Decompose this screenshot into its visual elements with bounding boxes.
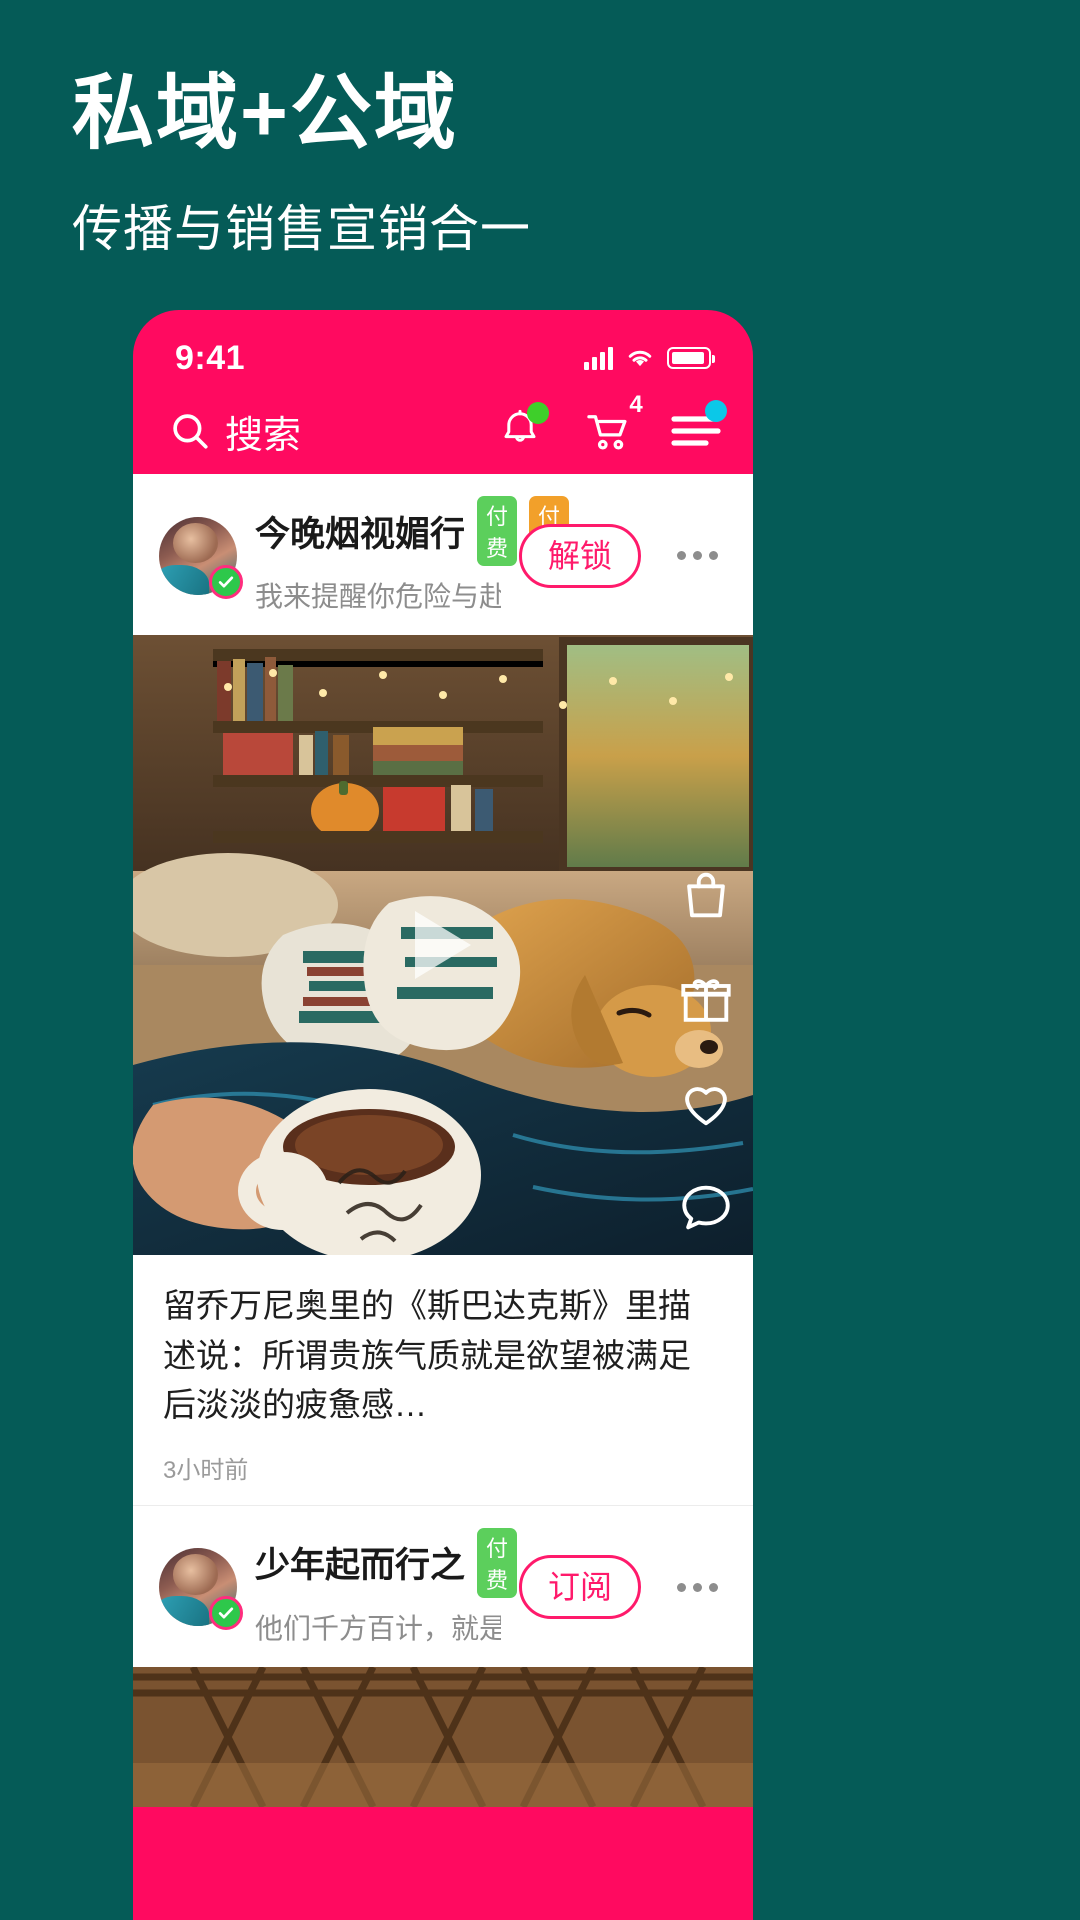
search-icon[interactable] bbox=[169, 410, 211, 452]
heart-icon[interactable] bbox=[677, 1075, 735, 1133]
post-media[interactable] bbox=[133, 1666, 753, 1807]
avatar[interactable] bbox=[159, 516, 243, 599]
more-options-icon[interactable] bbox=[667, 551, 727, 560]
verified-badge-icon bbox=[209, 564, 243, 599]
cart-button[interactable]: 4 bbox=[581, 391, 643, 458]
post-timestamp: 3小时前 bbox=[163, 1456, 249, 1484]
wifi-icon bbox=[628, 350, 652, 367]
post-media[interactable] bbox=[133, 635, 753, 1255]
post-meta: 少年起而行之 付费 他们千方百计，就是要让人无法相爱 bbox=[255, 1527, 518, 1647]
more-options-icon[interactable] bbox=[667, 1582, 727, 1592]
post-title-row: 今晚烟视媚行 付费 付费 bbox=[255, 496, 570, 566]
notification-badge-dot bbox=[527, 402, 549, 424]
navbar-actions: 4 bbox=[493, 391, 727, 458]
search-input[interactable]: 搜索 bbox=[225, 404, 301, 459]
status-time: 9:41 bbox=[175, 338, 246, 377]
cart-count-badge: 4 bbox=[629, 391, 643, 418]
promo-copy: 私域+公域 传播与销售宣销合一 bbox=[72, 68, 972, 261]
play-icon[interactable] bbox=[415, 911, 471, 979]
avatar[interactable] bbox=[159, 1548, 243, 1630]
post-subtitle: 他们千方百计，就是要让人无法相爱 bbox=[255, 1612, 501, 1644]
shopping-bag-icon[interactable] bbox=[677, 867, 735, 925]
post-meta: 今晚烟视媚行 付费 付费 我来提醒你危险与赴死之间的区别是什么 bbox=[255, 496, 570, 615]
post-tag-paid-green: 付费 bbox=[477, 496, 518, 566]
post-title-row: 少年起而行之 付费 bbox=[255, 1527, 518, 1598]
post-author-name[interactable]: 今晚烟视媚行 bbox=[255, 506, 465, 557]
gift-icon[interactable] bbox=[677, 971, 735, 1029]
unlock-button[interactable]: 解锁 bbox=[518, 523, 641, 588]
status-icons bbox=[584, 346, 715, 370]
post-tag-paid-green: 付费 bbox=[477, 1527, 518, 1598]
media-illustration bbox=[133, 1666, 753, 1807]
battery-icon bbox=[667, 347, 715, 369]
subscribe-button[interactable]: 订阅 bbox=[518, 1555, 641, 1619]
feed-list: 今晚烟视媚行 付费 付费 我来提醒你危险与赴死之间的区别是什么 解锁 bbox=[133, 474, 753, 1807]
post-header: 今晚烟视媚行 付费 付费 我来提醒你危险与赴死之间的区别是什么 解锁 bbox=[133, 474, 753, 635]
page-title: 私域+公域 bbox=[72, 68, 458, 159]
phone-mockup: 9:41 搜索 4 今晚烟视媚行 付费 付 我来提醒你危险与赴 解锁 留乔万尼奥… bbox=[133, 310, 753, 1920]
menu-badge-dot bbox=[705, 400, 727, 422]
media-side-actions bbox=[677, 867, 735, 1237]
comment-icon[interactable] bbox=[677, 1179, 735, 1237]
search-bar[interactable]: 搜索 bbox=[169, 404, 301, 459]
post-author-name[interactable]: 少年起而行之 bbox=[255, 1537, 465, 1588]
cellular-signal-icon bbox=[584, 346, 613, 370]
verified-badge-icon bbox=[209, 1596, 243, 1630]
notifications-button[interactable] bbox=[493, 402, 549, 458]
status-bar: 9:41 bbox=[133, 310, 753, 388]
post-subtitle: 我来提醒你危险与赴死之间的区别是什么 bbox=[255, 581, 501, 612]
app-navbar: 搜索 4 bbox=[133, 388, 753, 474]
menu-button[interactable] bbox=[669, 400, 727, 458]
post-caption-text: 留乔万尼奥里的《斯巴达克斯》里描述说：所谓贵族气质就是欲望被满足后淡淡的疲惫感… bbox=[163, 1287, 691, 1423]
post-header: 少年起而行之 付费 他们千方百计，就是要让人无法相爱 订阅 bbox=[133, 1506, 753, 1667]
post-caption: 留乔万尼奥里的《斯巴达克斯》里描述说：所谓贵族气质就是欲望被满足后淡淡的疲惫感…… bbox=[133, 1255, 753, 1497]
page-subtitle: 传播与销售宣销合一 bbox=[72, 200, 531, 257]
promo-page: 私域+公域 传播与销售宣销合一 9:41 搜索 4 今晚烟视媚行 付费 付 我来… bbox=[0, 0, 1080, 1920]
